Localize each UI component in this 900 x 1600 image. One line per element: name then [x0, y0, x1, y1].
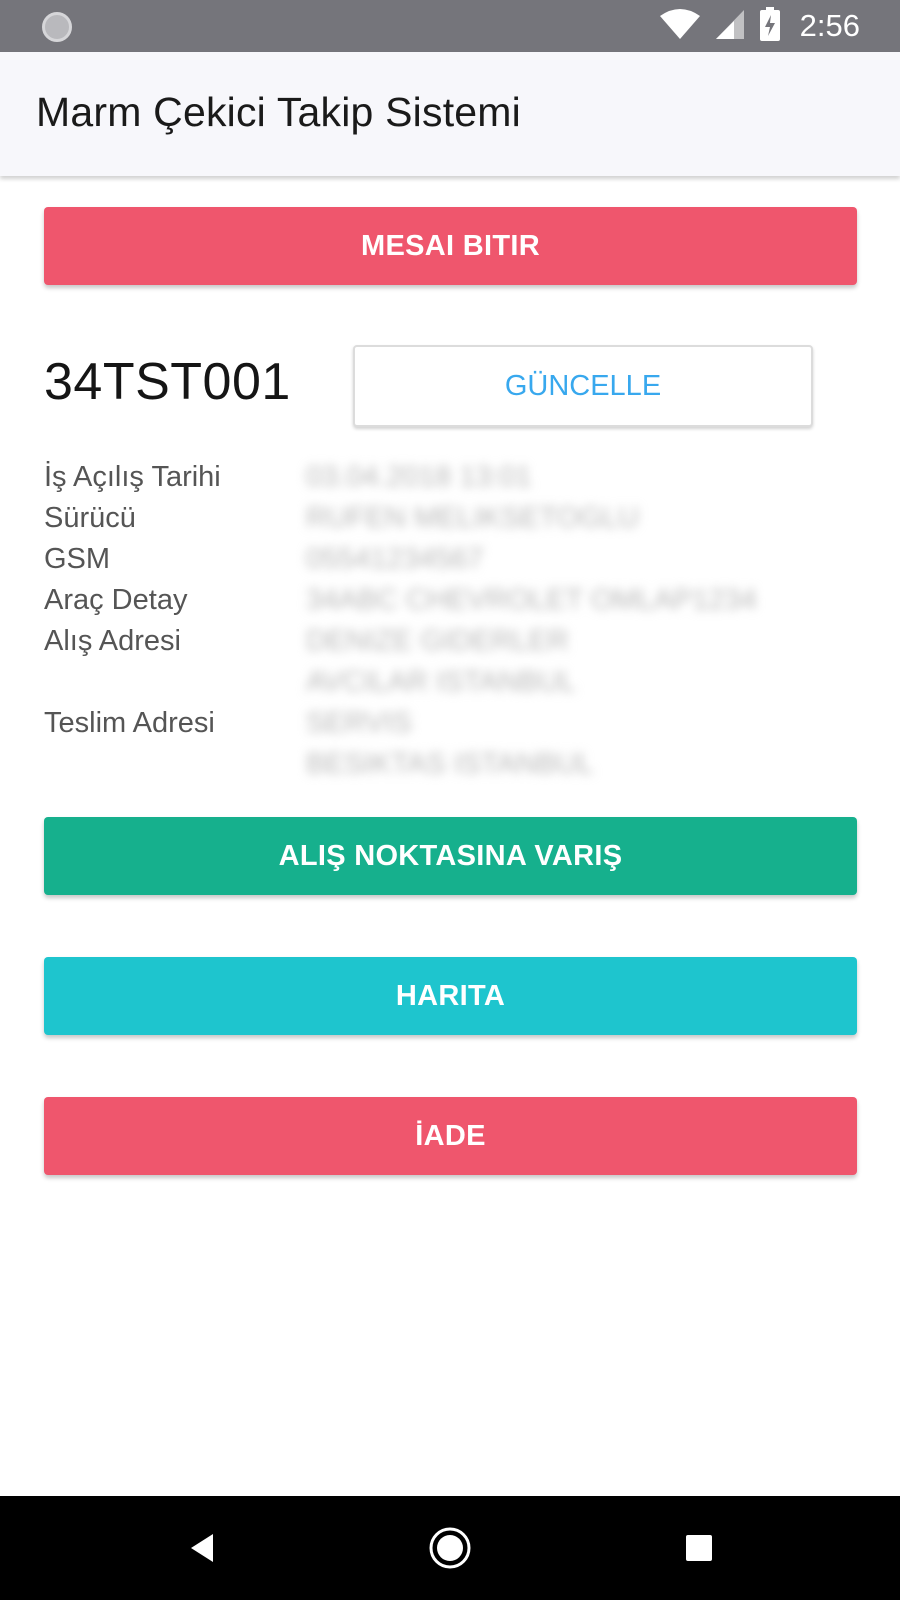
detail-row-open-date: İş Açılış Tarihi 03.04.2018 13:01 [44, 457, 857, 498]
status-time: 2:56 [799, 8, 860, 43]
detail-label: Araç Detay [44, 584, 188, 616]
vehicle-plate: 34TST001 [44, 353, 291, 411]
detail-row-pickup-address-2: AVCILAR ISTANBUL [44, 662, 857, 703]
detail-value: 05541234567 [306, 543, 484, 575]
signal-icon [714, 8, 746, 45]
detail-row-gsm: GSM 05541234567 [44, 539, 857, 580]
battery-charging-icon [759, 6, 780, 46]
update-button[interactable]: GÜNCELLE [353, 345, 813, 427]
map-button[interactable]: HARITA [44, 957, 857, 1035]
detail-value: AVCILAR ISTANBUL [306, 666, 576, 698]
home-icon[interactable] [390, 1496, 510, 1600]
detail-row-driver: Sürücü RUFEN MELIKSETOGLU [44, 498, 857, 539]
status-icons: 2:56 [659, 6, 860, 46]
detail-row-delivery-address-2: BESIKTAS ISTANBUL [44, 744, 857, 785]
app-title: Marm Çekici Takip Sistemi [36, 89, 521, 135]
back-icon[interactable] [142, 1496, 262, 1600]
detail-value: DENIZE GIDERLER [306, 625, 569, 657]
detail-value: SERVIS [306, 707, 412, 739]
wifi-icon [659, 8, 700, 45]
arrive-pickup-button[interactable]: ALIŞ NOKTASINA VARIŞ [44, 817, 857, 895]
notification-dot-icon [42, 12, 72, 42]
detail-value: RUFEN MELIKSETOGLU [306, 502, 640, 534]
detail-value: 34ABC CHEVROLET OMLAP1234 [306, 584, 757, 616]
recents-icon[interactable] [639, 1496, 759, 1600]
app-bar: Marm Çekici Takip Sistemi [0, 52, 900, 176]
return-button[interactable]: İADE [44, 1097, 857, 1175]
job-details: İş Açılış Tarihi 03.04.2018 13:01 Sürücü… [44, 457, 857, 785]
detail-label: Sürücü [44, 502, 136, 534]
detail-label: İş Açılış Tarihi [44, 461, 221, 493]
status-bar: 2:56 [0, 0, 900, 52]
detail-label: Teslim Adresi [44, 707, 215, 739]
detail-row-vehicle: Araç Detay 34ABC CHEVROLET OMLAP1234 [44, 580, 857, 621]
detail-row-pickup-address: Alış Adresi DENIZE GIDERLER [44, 621, 857, 662]
detail-value: 03.04.2018 13:01 [306, 461, 532, 493]
detail-label: GSM [44, 543, 111, 575]
end-shift-button[interactable]: MESAI BITIR [44, 207, 857, 285]
detail-label: Alış Adresi [44, 625, 181, 657]
detail-value: BESIKTAS ISTANBUL [306, 748, 594, 780]
navigation-bar [0, 1496, 900, 1600]
detail-row-delivery-address: Teslim Adresi SERVIS [44, 703, 857, 744]
